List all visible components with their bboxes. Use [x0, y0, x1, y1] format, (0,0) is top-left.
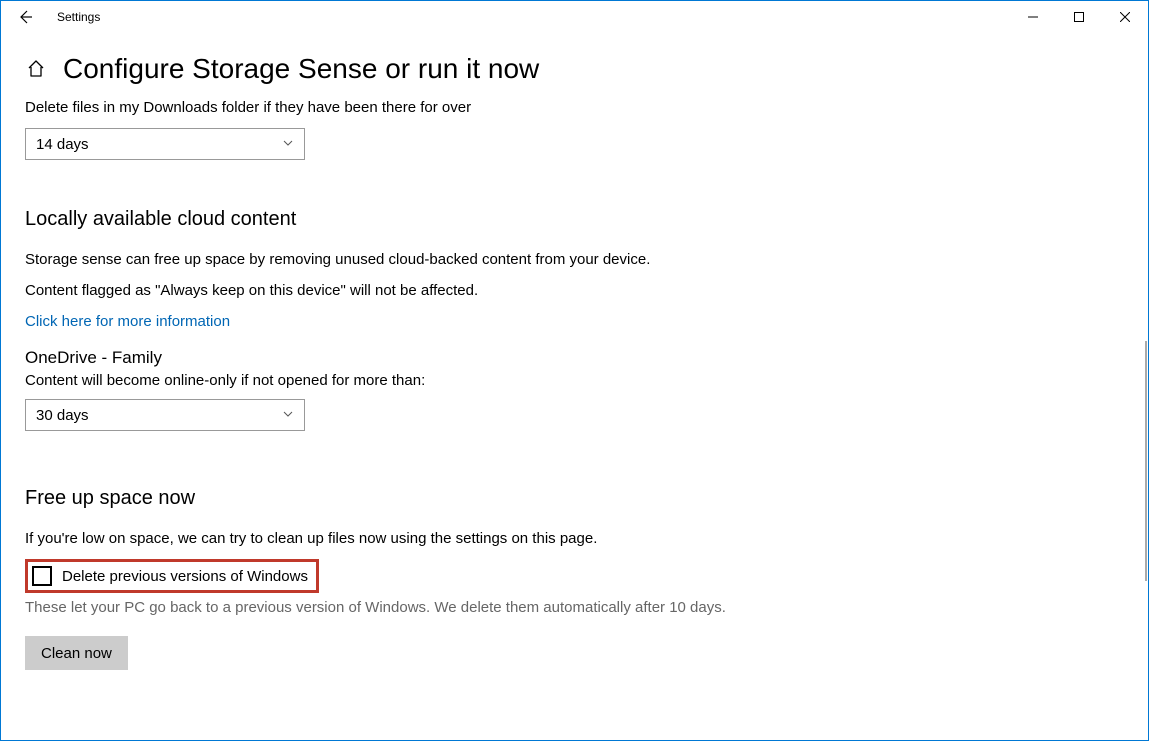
window-title: Settings: [57, 10, 100, 24]
onedrive-label: Content will become online-only if not o…: [25, 372, 1124, 389]
page-title: Configure Storage Sense or run it now: [63, 53, 539, 85]
home-icon[interactable]: [25, 58, 47, 80]
onedrive-age-value: 30 days: [36, 407, 89, 424]
downloads-age-dropdown[interactable]: 14 days: [25, 128, 305, 160]
minimize-button[interactable]: [1010, 1, 1056, 33]
maximize-icon: [1074, 12, 1084, 22]
onedrive-age-dropdown[interactable]: 30 days: [25, 399, 305, 431]
cloud-line1: Storage sense can free up space by remov…: [25, 249, 1124, 270]
downloads-label: Delete files in my Downloads folder if t…: [25, 99, 1124, 116]
delete-previous-versions-note: These let your PC go back to a previous …: [25, 599, 1124, 616]
delete-previous-versions-label: Delete previous versions of Windows: [62, 568, 308, 585]
arrow-left-icon: [17, 9, 33, 25]
window-controls: [1010, 1, 1148, 33]
maximize-button[interactable]: [1056, 1, 1102, 33]
close-icon: [1120, 12, 1130, 22]
minimize-icon: [1028, 12, 1038, 22]
delete-previous-versions-row[interactable]: Delete previous versions of Windows: [25, 559, 319, 593]
freeup-heading: Free up space now: [25, 487, 1124, 510]
chevron-down-icon: [282, 136, 294, 153]
titlebar: Settings: [1, 1, 1148, 33]
cloud-heading: Locally available cloud content: [25, 208, 1124, 231]
onedrive-heading: OneDrive - Family: [25, 348, 1124, 368]
freeup-intro: If you're low on space, we can try to cl…: [25, 528, 1124, 549]
scrollbar[interactable]: [1145, 341, 1147, 581]
back-button[interactable]: [9, 1, 41, 33]
downloads-age-value: 14 days: [36, 136, 89, 153]
page-header: Configure Storage Sense or run it now: [25, 53, 1124, 85]
close-button[interactable]: [1102, 1, 1148, 33]
delete-previous-versions-checkbox[interactable]: [32, 566, 52, 586]
clean-now-button[interactable]: Clean now: [25, 636, 128, 670]
settings-window: Settings Configure Storage Sense or run …: [0, 0, 1149, 741]
chevron-down-icon: [282, 407, 294, 424]
cloud-info-link[interactable]: Click here for more information: [25, 313, 230, 330]
cloud-line2: Content flagged as "Always keep on this …: [25, 280, 1124, 301]
content-area: Configure Storage Sense or run it now De…: [1, 33, 1148, 740]
